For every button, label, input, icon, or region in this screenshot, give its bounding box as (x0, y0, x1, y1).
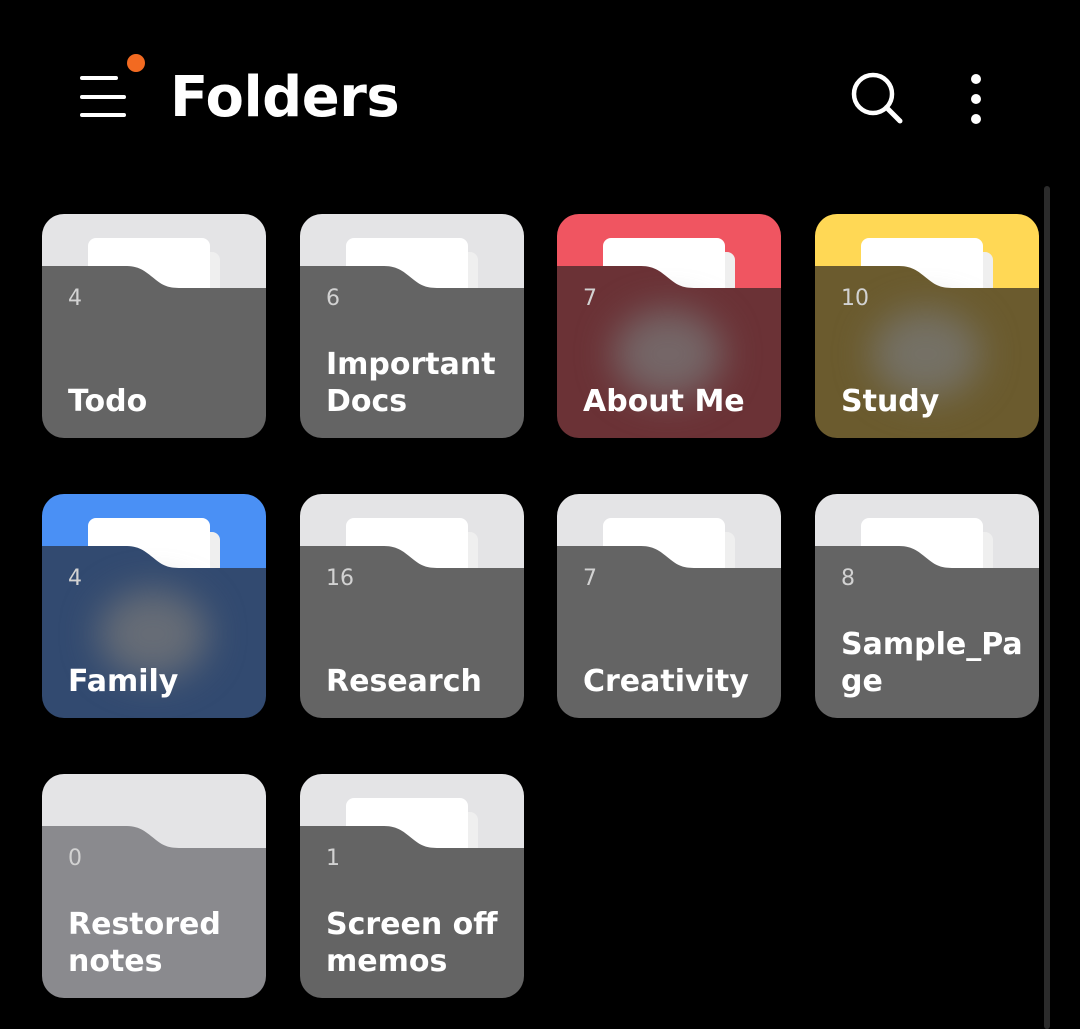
folder-count: 0 (68, 846, 82, 871)
page-title: Folders (170, 65, 400, 130)
folder-todo[interactable]: 4 Todo (42, 214, 266, 438)
folder-name: Sample_Page (841, 627, 1023, 699)
folder-name: Creativity (583, 664, 749, 699)
folder-name: Research (326, 664, 482, 699)
folder-name: Restored notes (68, 907, 221, 979)
folder-name: Todo (68, 384, 148, 419)
scrollbar[interactable] (1044, 186, 1050, 1029)
hamburger-line (80, 113, 126, 117)
folder-name: About Me (583, 384, 745, 419)
search-button[interactable] (846, 68, 908, 130)
folder-name: Family (68, 664, 179, 699)
folder-study[interactable]: 10 Study (815, 214, 1039, 438)
folder-count: 7 (583, 286, 597, 311)
hamburger-icon (80, 76, 118, 80)
folder-about-me[interactable]: 7 About Me (557, 214, 781, 438)
folders-screen: Folders 4 Todo 6 Important Docs 7 About Me 10 S… (0, 0, 1080, 1029)
folder-count: 7 (583, 566, 597, 591)
navigation-menu-button[interactable] (72, 54, 145, 126)
folder-sample-page[interactable]: 8 Sample_Page (815, 494, 1039, 718)
folder-count: 1 (326, 846, 340, 871)
folder-research[interactable]: 16 Research (300, 494, 524, 718)
folder-count: 8 (841, 566, 855, 591)
folder-count: 6 (326, 286, 340, 311)
folder-important-docs[interactable]: 6 Important Docs (300, 214, 524, 438)
hamburger-line (80, 95, 126, 99)
folder-name: Study (841, 384, 940, 419)
folder-creativity[interactable]: 7 Creativity (557, 494, 781, 718)
folder-name: Screen off memos (326, 907, 498, 979)
folder-name: Important Docs (326, 347, 496, 419)
folder-count: 4 (68, 566, 82, 591)
folder-screen-off-memos[interactable]: 1 Screen off memos (300, 774, 524, 998)
more-dot (971, 114, 981, 124)
folder-family[interactable]: 4 Family (42, 494, 266, 718)
folder-count: 16 (326, 566, 354, 591)
more-options-button[interactable] (950, 68, 1002, 130)
folder-count: 4 (68, 286, 82, 311)
folder-restored-notes[interactable]: 0 Restored notes (42, 774, 266, 998)
more-vertical-icon (971, 74, 981, 84)
more-dot (971, 94, 981, 104)
search-icon (851, 72, 903, 124)
folder-count: 10 (841, 286, 869, 311)
notification-badge (127, 54, 145, 72)
